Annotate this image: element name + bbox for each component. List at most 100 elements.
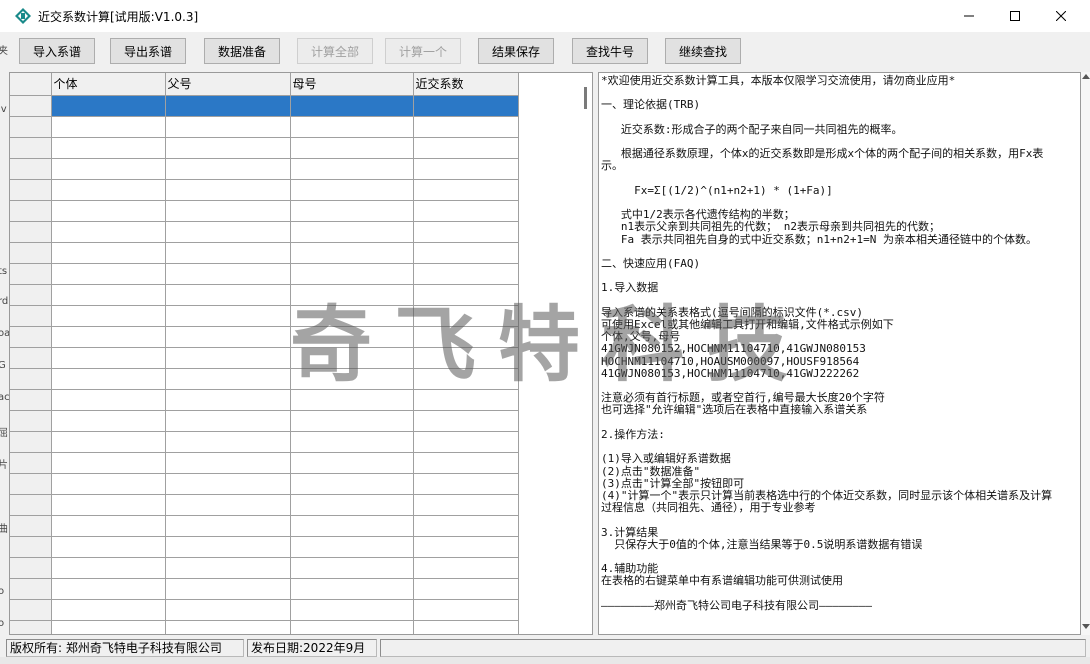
table-cell[interactable]	[413, 368, 519, 390]
table-cell[interactable]	[290, 305, 414, 327]
table-cell[interactable]	[165, 620, 291, 634]
table-cell[interactable]	[165, 389, 291, 411]
table-cell[interactable]	[165, 368, 291, 390]
table-cell[interactable]	[165, 221, 291, 243]
table-cell[interactable]	[290, 116, 414, 138]
export-pedigree-button[interactable]: 导出系谱	[110, 38, 186, 64]
grid-scroll-indicator[interactable]	[584, 87, 587, 109]
table-row[interactable]	[10, 599, 523, 621]
table-cell[interactable]	[51, 494, 166, 516]
table-cell[interactable]	[51, 389, 166, 411]
table-row[interactable]	[10, 179, 523, 201]
table-cell[interactable]	[413, 578, 519, 600]
table-cell[interactable]	[51, 200, 166, 222]
table-cell[interactable]	[413, 116, 519, 138]
table-cell[interactable]	[165, 179, 291, 201]
row-header[interactable]	[10, 221, 52, 243]
table-cell[interactable]	[51, 179, 166, 201]
table-cell[interactable]	[413, 284, 519, 306]
table-cell[interactable]	[290, 368, 414, 390]
table-row[interactable]	[10, 494, 523, 516]
row-header[interactable]	[10, 200, 52, 222]
table-row[interactable]	[10, 284, 523, 306]
table-row[interactable]	[10, 536, 523, 558]
row-header[interactable]	[10, 410, 52, 432]
table-cell[interactable]	[165, 305, 291, 327]
table-cell[interactable]	[413, 599, 519, 621]
row-header[interactable]	[10, 431, 52, 453]
table-cell[interactable]	[165, 515, 291, 537]
table-cell[interactable]	[290, 95, 414, 117]
table-cell[interactable]	[290, 578, 414, 600]
info-text-pane[interactable]: *欢迎使用近交系数计算工具，本版本仅限学习交流使用，请勿商业应用* 一、理论依据…	[598, 72, 1081, 635]
table-row[interactable]	[10, 557, 523, 579]
table-cell[interactable]	[51, 326, 166, 348]
calculate-all-button[interactable]: 计算全部	[297, 38, 373, 64]
row-header[interactable]	[10, 284, 52, 306]
pedigree-table[interactable]: 个体 父号 母号 近交系数	[10, 73, 523, 634]
table-cell[interactable]	[290, 410, 414, 432]
table-cell[interactable]	[165, 410, 291, 432]
table-row[interactable]	[10, 95, 523, 117]
table-row[interactable]	[10, 473, 523, 495]
table-cell[interactable]	[413, 431, 519, 453]
table-row[interactable]	[10, 347, 523, 369]
table-row[interactable]	[10, 452, 523, 474]
table-cell[interactable]	[290, 389, 414, 411]
save-results-button[interactable]: 结果保存	[478, 38, 554, 64]
row-header[interactable]	[10, 473, 52, 495]
table-cell[interactable]	[413, 389, 519, 411]
table-cell[interactable]	[290, 284, 414, 306]
table-cell[interactable]	[165, 347, 291, 369]
find-cattle-id-button[interactable]: 查找牛号	[572, 38, 648, 64]
table-cell[interactable]	[51, 263, 166, 285]
table-cell[interactable]	[413, 515, 519, 537]
table-cell[interactable]	[413, 158, 519, 180]
table-cell[interactable]	[51, 95, 166, 117]
column-header-dam[interactable]: 母号	[290, 73, 414, 96]
table-cell[interactable]	[165, 431, 291, 453]
table-cell[interactable]	[51, 452, 166, 474]
table-cell[interactable]	[165, 242, 291, 264]
table-row[interactable]	[10, 368, 523, 390]
table-cell[interactable]	[165, 578, 291, 600]
table-cell[interactable]	[165, 473, 291, 495]
scroll-up-icon[interactable]	[1082, 74, 1090, 79]
table-cell[interactable]	[165, 599, 291, 621]
table-cell[interactable]	[413, 95, 519, 117]
table-row[interactable]	[10, 305, 523, 327]
close-button[interactable]	[1038, 0, 1084, 32]
table-cell[interactable]	[51, 578, 166, 600]
table-cell[interactable]	[51, 242, 166, 264]
row-header[interactable]	[10, 557, 52, 579]
table-cell[interactable]	[51, 557, 166, 579]
table-cell[interactable]	[413, 221, 519, 243]
table-cell[interactable]	[165, 557, 291, 579]
column-header-inbreeding-coefficient[interactable]: 近交系数	[413, 73, 519, 96]
table-cell[interactable]	[290, 326, 414, 348]
table-cell[interactable]	[51, 158, 166, 180]
row-header[interactable]	[10, 305, 52, 327]
table-row[interactable]	[10, 158, 523, 180]
table-cell[interactable]	[51, 473, 166, 495]
table-cell[interactable]	[290, 242, 414, 264]
table-cell[interactable]	[290, 431, 414, 453]
table-cell[interactable]	[290, 347, 414, 369]
table-cell[interactable]	[413, 263, 519, 285]
table-cell[interactable]	[165, 452, 291, 474]
row-header[interactable]	[10, 242, 52, 264]
table-cell[interactable]	[51, 347, 166, 369]
table-cell[interactable]	[290, 263, 414, 285]
table-cell[interactable]	[51, 116, 166, 138]
row-header[interactable]	[10, 620, 52, 634]
table-cell[interactable]	[51, 620, 166, 634]
table-cell[interactable]	[290, 557, 414, 579]
table-cell[interactable]	[51, 305, 166, 327]
row-header[interactable]	[10, 326, 52, 348]
table-cell[interactable]	[290, 494, 414, 516]
table-row[interactable]	[10, 431, 523, 453]
table-cell[interactable]	[290, 221, 414, 243]
import-pedigree-button[interactable]: 导入系谱	[19, 38, 95, 64]
row-header[interactable]	[10, 263, 52, 285]
row-header[interactable]	[10, 389, 52, 411]
